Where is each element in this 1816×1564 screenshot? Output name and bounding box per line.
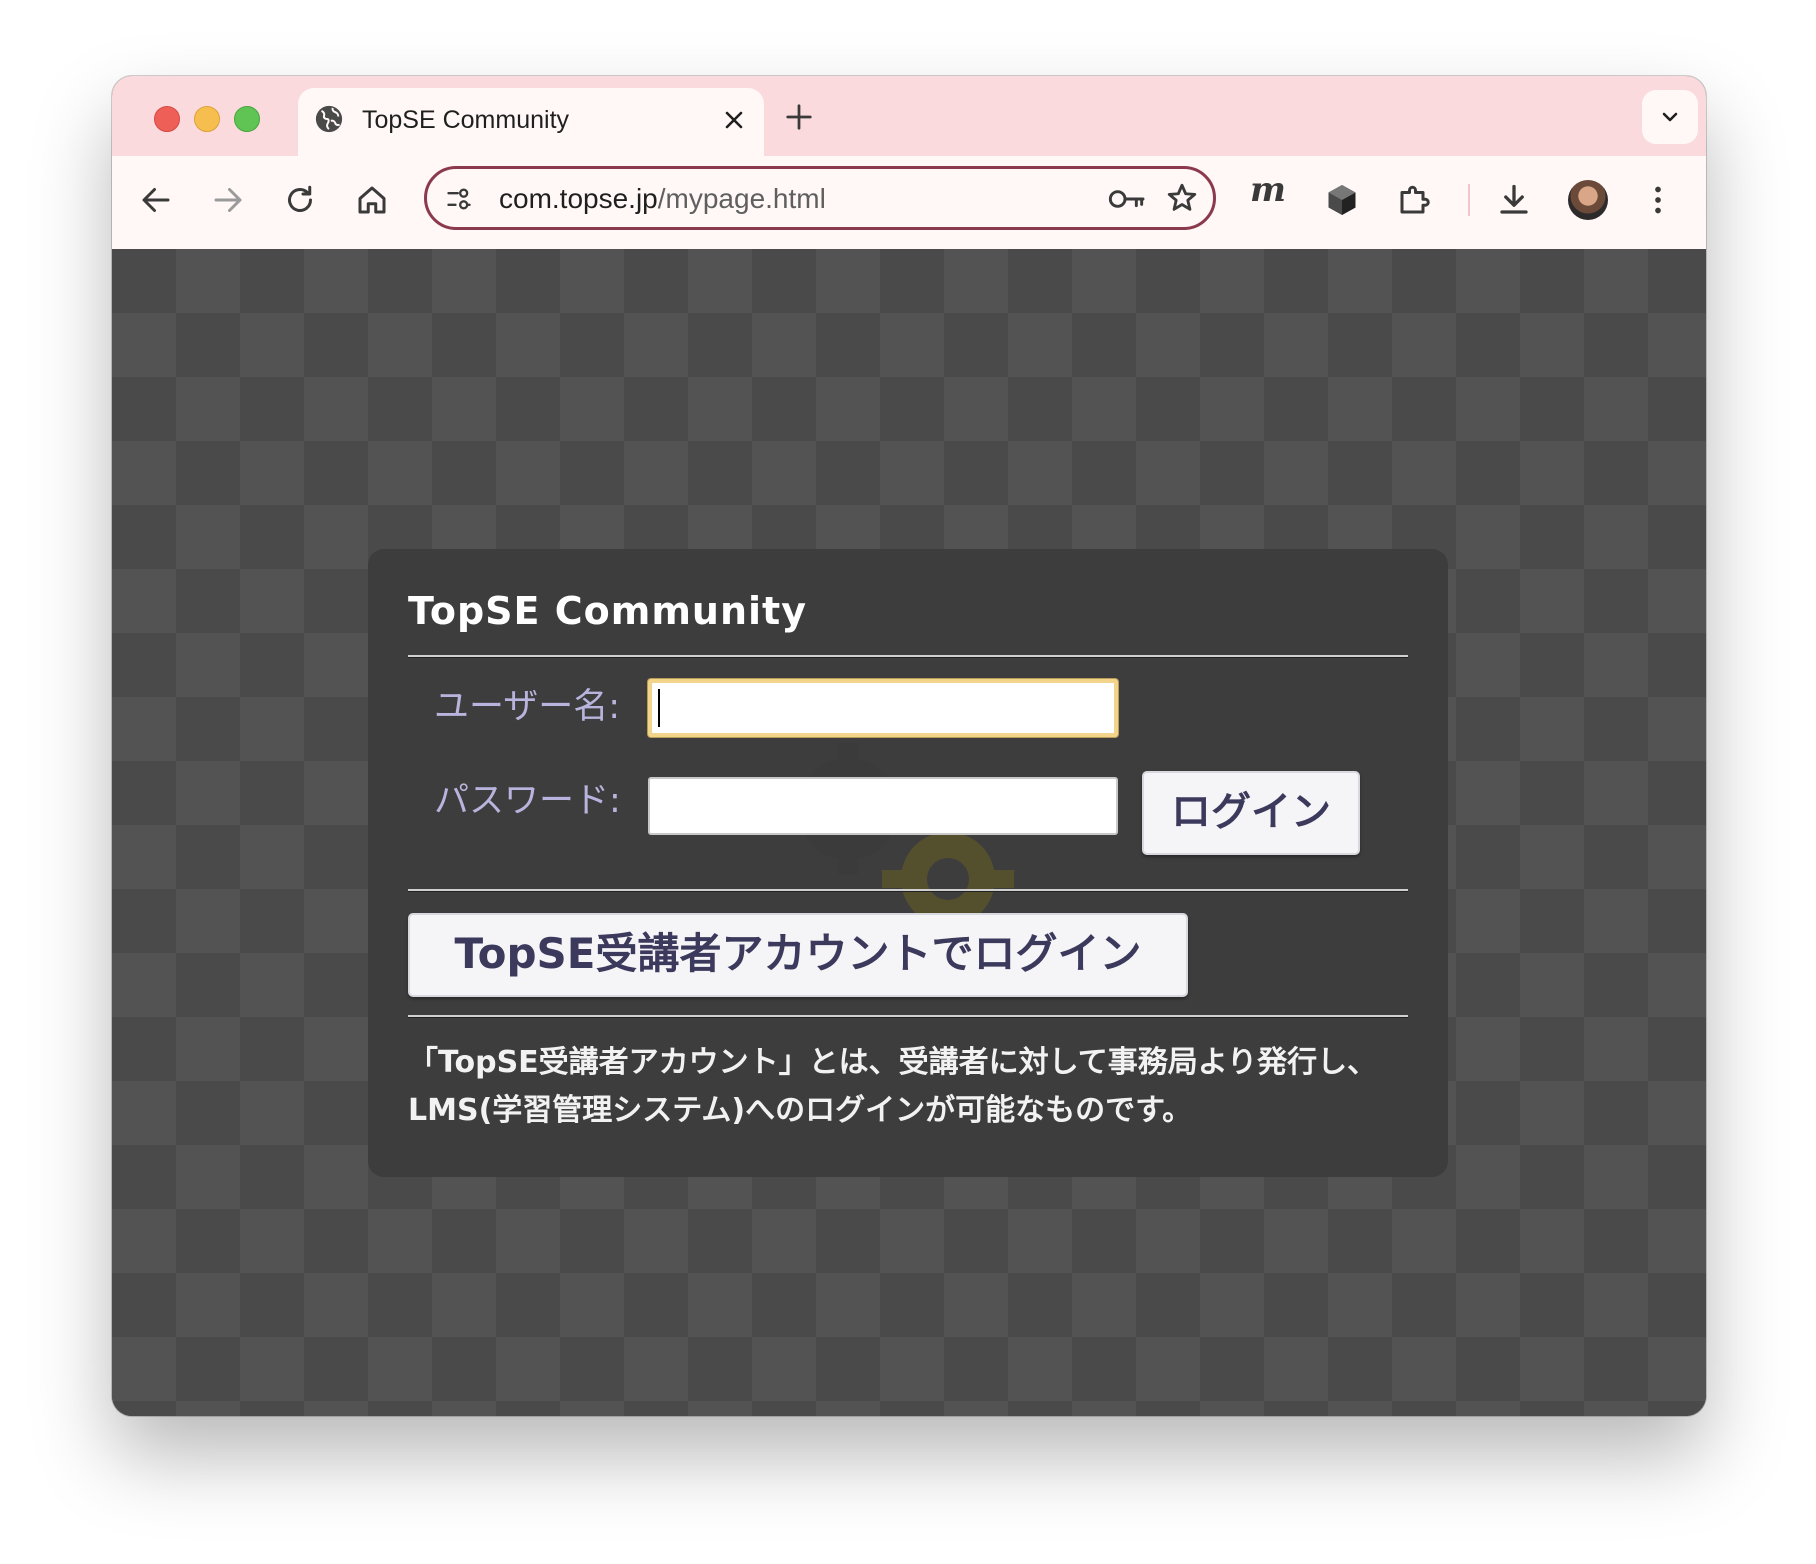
tab-title: TopSE Community: [362, 106, 570, 134]
password-label: パスワード:: [434, 781, 621, 821]
extension-m-icon[interactable]: m: [1250, 170, 1286, 210]
tab-search-button[interactable]: [1642, 90, 1698, 144]
password-input[interactable]: [648, 777, 1118, 835]
globe-icon: [315, 105, 343, 133]
back-arrow-icon[interactable]: [138, 182, 174, 218]
download-icon[interactable]: [1496, 182, 1532, 218]
extensions-puzzle-icon[interactable]: [1396, 182, 1432, 218]
bookmark-star-icon[interactable]: [1165, 181, 1199, 215]
minimize-window-button[interactable]: [194, 106, 220, 132]
forward-arrow-icon[interactable]: [210, 182, 246, 218]
close-tab-icon[interactable]: [722, 108, 746, 132]
username-label: ユーザー名:: [434, 687, 621, 727]
site-settings-icon[interactable]: [445, 185, 473, 213]
panel-title: TopSE Community: [408, 589, 807, 633]
new-tab-icon[interactable]: [784, 102, 814, 132]
text-caret: [658, 689, 660, 727]
browser-window: TopSE Community com.topse.jp/mypage.html…: [112, 76, 1706, 1416]
url-text[interactable]: com.topse.jp/mypage.html: [499, 183, 826, 215]
tab-topse-community[interactable]: TopSE Community: [298, 88, 764, 156]
reload-icon[interactable]: [282, 182, 318, 218]
address-bar[interactable]: com.topse.jp/mypage.html: [424, 166, 1216, 230]
home-icon[interactable]: [354, 182, 390, 218]
extension-cube-icon[interactable]: [1324, 182, 1360, 218]
password-key-icon[interactable]: [1107, 183, 1147, 215]
title-divider: [408, 655, 1408, 658]
username-input[interactable]: [648, 679, 1118, 737]
url-domain: com.topse.jp: [499, 183, 658, 214]
login-panel: TopSE Community ユーザー名: パスワード: ログイン TopSE…: [368, 549, 1448, 1177]
more-menu-icon[interactable]: [1640, 182, 1676, 218]
description-divider: [408, 1015, 1408, 1018]
close-window-button[interactable]: [154, 106, 180, 132]
maximize-window-button[interactable]: [234, 106, 260, 132]
profile-avatar[interactable]: [1568, 180, 1608, 220]
login-divider: [408, 889, 1408, 892]
page-content: TopSE Community ユーザー名: パスワード: ログイン TopSE…: [112, 249, 1706, 1416]
chevron-down-icon: [1662, 112, 1678, 122]
login-button[interactable]: ログイン: [1142, 771, 1360, 855]
url-path: /mypage.html: [657, 183, 826, 214]
tab-strip: TopSE Community: [112, 76, 1706, 156]
account-description: 「TopSE受講者アカウント」とは、受講者に対して事務局より発行し、LMS(学習…: [408, 1045, 1378, 1128]
topse-account-login-button[interactable]: TopSE受講者アカウントでログイン: [408, 913, 1188, 997]
toolbar-separator: [1468, 184, 1470, 216]
